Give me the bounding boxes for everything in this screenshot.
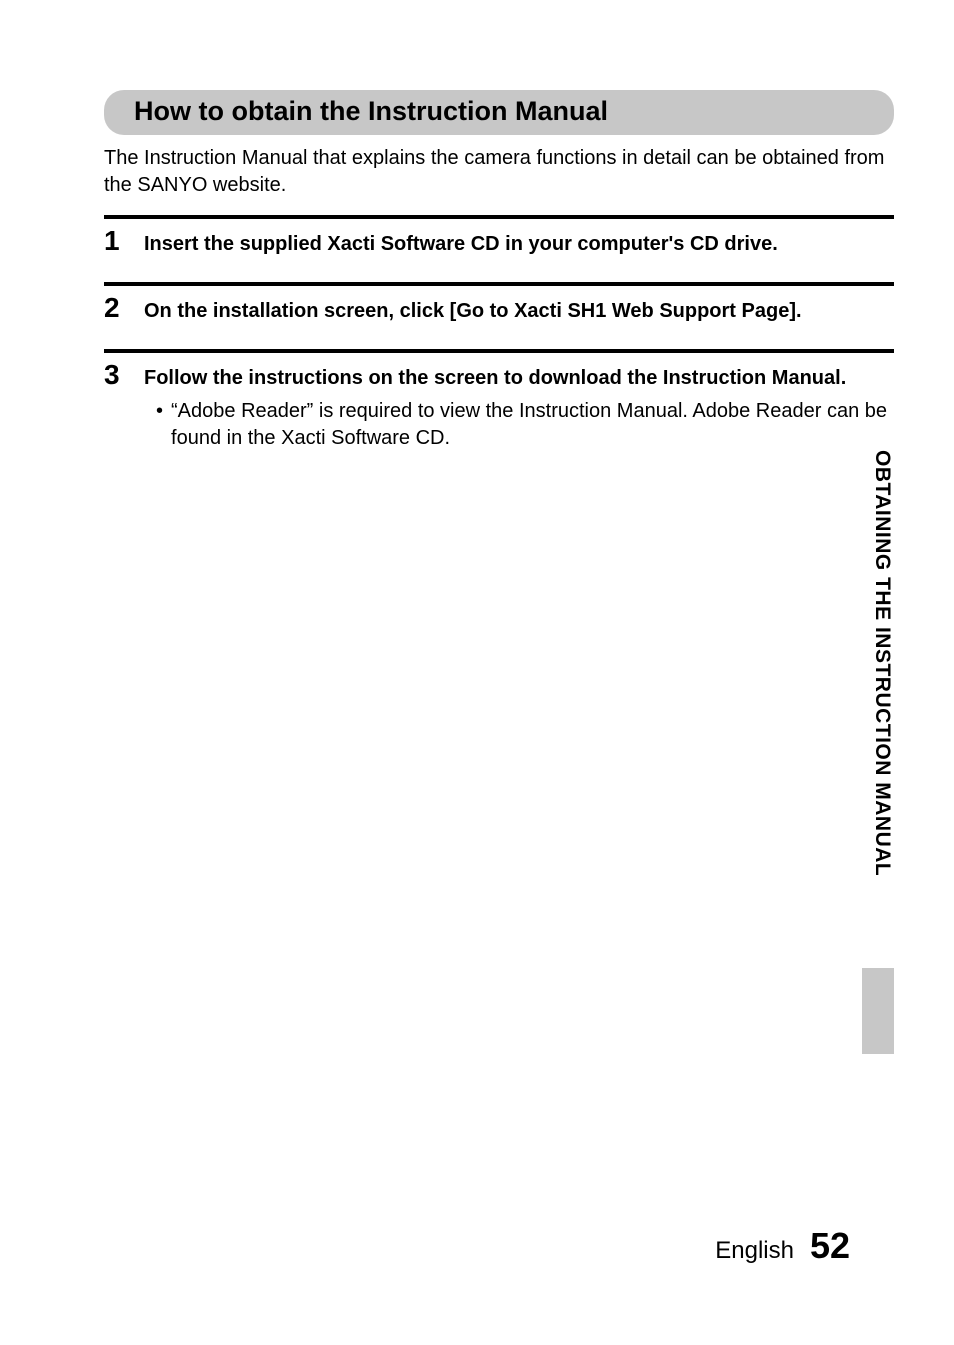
step-body: On the installation screen, click [Go to… [144,292,894,325]
step-instruction: On the installation screen, click [Go to… [144,298,894,325]
step-3: 3 Follow the instructions on the screen … [104,349,894,470]
footer-language: English [715,1237,794,1265]
footer-page-number: 52 [810,1225,850,1267]
section-heading: How to obtain the Instruction Manual [134,96,872,127]
step-number: 3 [104,359,128,389]
side-tab-block [862,968,894,1054]
bullet-mark-icon: • [156,398,163,425]
step-1: 1 Insert the supplied Xacti Software CD … [104,215,894,276]
side-tab-label: OBTAINING THE INSTRUCTION MANUAL [870,450,894,876]
step-number: 2 [104,292,128,322]
step-2: 2 On the installation screen, click [Go … [104,282,894,343]
bullet-item: • “Adobe Reader” is required to view the… [144,398,894,452]
bullet-text: “Adobe Reader” is required to view the I… [171,398,894,452]
step-number: 1 [104,225,128,255]
step-instruction: Follow the instructions on the screen to… [144,365,894,392]
step-instruction: Insert the supplied Xacti Software CD in… [144,231,894,258]
step-body: Insert the supplied Xacti Software CD in… [144,225,894,258]
intro-paragraph: The Instruction Manual that explains the… [104,145,894,199]
step-body: Follow the instructions on the screen to… [144,359,894,452]
document-page: How to obtain the Instruction Manual The… [0,0,954,1345]
page-footer: English 52 [715,1225,850,1267]
section-heading-bar: How to obtain the Instruction Manual [104,90,894,135]
